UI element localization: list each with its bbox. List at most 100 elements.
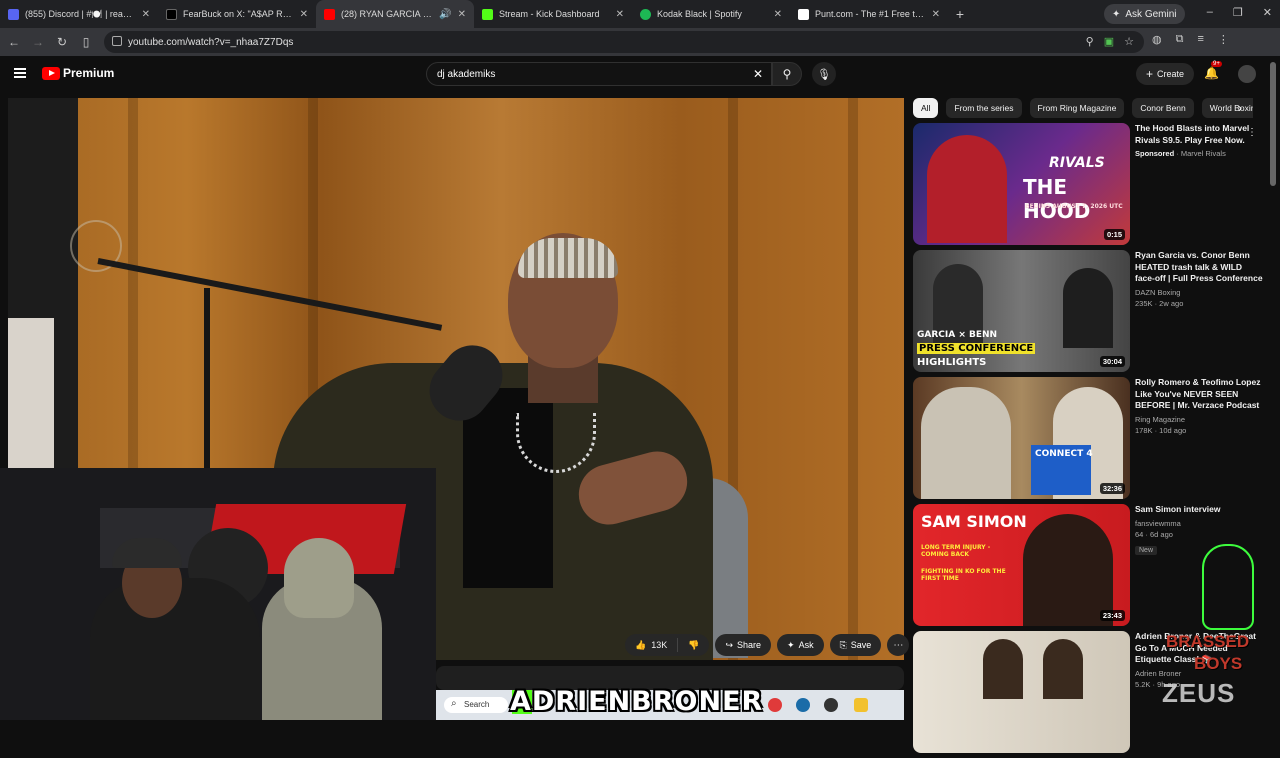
chip-series[interactable]: From the series: [946, 98, 1022, 118]
thumbnail-text: GARCIA × BENN: [917, 330, 998, 340]
like-count: 13K: [651, 640, 668, 650]
guest-braids: [518, 238, 618, 278]
thumbnail-text: PRESS CONFERENCE: [917, 343, 1036, 354]
maximize-icon[interactable]: ❐: [1233, 6, 1243, 19]
taskbar-search[interactable]: Search: [444, 697, 508, 713]
chip-ring-magazine[interactable]: From Ring Magazine: [1029, 98, 1125, 118]
install-icon[interactable]: ▣: [1104, 35, 1114, 48]
new-tab-icon[interactable]: +: [948, 6, 972, 22]
forward-icon[interactable]: →: [26, 35, 50, 49]
bookmark-icon: ⎘: [839, 639, 847, 650]
zoom-icon[interactable]: ⚲: [1086, 35, 1094, 48]
menu-hamburger-icon[interactable]: [14, 68, 26, 78]
notifications-button[interactable]: 🔔 9+: [1204, 61, 1222, 80]
channel-name[interactable]: DAZN Boxing: [1135, 288, 1263, 297]
ask-gemini-button[interactable]: ✦ Ask Gemini: [1104, 4, 1185, 24]
back-icon[interactable]: ←: [2, 35, 26, 49]
close-tab-icon[interactable]: ✕: [616, 9, 624, 20]
channel-name[interactable]: fansviewmma: [1135, 519, 1263, 528]
voice-search-button[interactable]: 🎙: [812, 62, 836, 86]
close-window-icon[interactable]: ✕: [1263, 6, 1272, 19]
more-vert-icon[interactable]: ⋮: [1247, 127, 1257, 138]
boxer-logo-icon: [1202, 544, 1254, 630]
search-button[interactable]: ⚲: [772, 62, 802, 86]
tab-label: Kodak Black | Spotify: [657, 9, 742, 19]
profile-ext-icon[interactable]: ◍: [1152, 33, 1162, 46]
save-label: Save: [850, 640, 872, 650]
video-title[interactable]: Ryan Garcia vs. Conor Benn HEATED trash …: [1135, 250, 1263, 285]
ask-button[interactable]: ✦ Ask: [777, 634, 824, 656]
minimize-icon[interactable]: –: [1207, 6, 1213, 19]
video-title[interactable]: Rolly Romero & Teofimo Lopez Like You've…: [1135, 377, 1263, 412]
url-field[interactable]: youtube.com/watch?v=_nhaa7Z7Dqs ⚲ ▣ ☆: [104, 31, 1144, 53]
chip-all[interactable]: All: [913, 98, 939, 118]
close-tab-icon[interactable]: ✕: [300, 9, 308, 20]
reload-icon[interactable]: ↻: [50, 35, 74, 49]
close-tab-icon[interactable]: ✕: [142, 9, 150, 20]
close-tab-icon[interactable]: ✕: [458, 9, 466, 20]
video-thumbnail[interactable]: SAM SIMON LONG TERM INJURY - COMING BACK…: [913, 504, 1130, 626]
steam-icon[interactable]: [796, 698, 810, 712]
browser-tab-bar: (855) Discord | #🍽️ | reactions ✕ FearBu…: [0, 0, 1280, 28]
app-icon[interactable]: [824, 698, 838, 712]
taskbar-search-label: Search: [464, 700, 490, 709]
sidebar-icon[interactable]: ▯: [74, 35, 98, 49]
tab-search-icon[interactable]: ≡: [1197, 33, 1203, 46]
tab-spotify[interactable]: Kodak Black | Spotify ✕: [632, 0, 790, 28]
menu-icon[interactable]: ⋮: [1218, 33, 1229, 46]
tab-label: (855) Discord | #🍽️ | reactions: [25, 8, 136, 19]
thumbnail-text: BEGINS AUGUST 7, 2026 UTC: [1025, 203, 1123, 210]
chip-world-boxing[interactable]: World Boxing: [1201, 98, 1253, 118]
streamer-webcam: [0, 468, 436, 720]
notification-count: 9+: [1211, 61, 1222, 67]
youtube-logo[interactable]: Premium: [42, 66, 114, 80]
list-item[interactable]: RIVALS THE HOOD BEGINS AUGUST 7, 2026 UT…: [913, 123, 1263, 250]
tab-x[interactable]: FearBuck on X: "A$AP Rocky ge ✕: [158, 0, 316, 28]
thumbnail-figure: [927, 135, 1007, 243]
like-button[interactable]: 👍 13K: [625, 638, 679, 652]
video-thumbnail[interactable]: [913, 631, 1130, 753]
plus-icon: +: [1146, 67, 1154, 81]
app-icon[interactable]: [768, 698, 782, 712]
video-thumbnail[interactable]: CONNECT 4 32:36: [913, 377, 1130, 499]
video-meta: Ryan Garcia vs. Conor Benn HEATED trash …: [1135, 250, 1263, 308]
create-button[interactable]: + Create: [1136, 63, 1195, 85]
site-info-icon[interactable]: [112, 36, 122, 46]
watermark-text: ZEUS: [1162, 678, 1236, 708]
tab-punt[interactable]: Punt.com - The #1 Free to Play ✕: [790, 0, 948, 28]
scrollbar[interactable]: [1270, 62, 1276, 186]
more-icon: ⋯: [893, 639, 904, 651]
channel-name[interactable]: Ring Magazine: [1135, 415, 1263, 424]
curtain-fold: [848, 98, 858, 660]
chevron-right-icon[interactable]: ›: [1238, 101, 1242, 115]
tab-kick[interactable]: Stream - Kick Dashboard ✕: [474, 0, 632, 28]
tab-discord[interactable]: (855) Discord | #🍽️ | reactions ✕: [0, 0, 158, 28]
close-tab-icon[interactable]: ✕: [774, 9, 782, 20]
list-item[interactable]: GARCIA × BENN PRESS CONFERENCE HIGHLIGHT…: [913, 250, 1263, 377]
chip-conor-benn[interactable]: Conor Benn: [1132, 98, 1194, 118]
save-button[interactable]: ⎘ Save: [829, 634, 882, 656]
audio-icon[interactable]: 🔊: [439, 9, 451, 20]
search-value: dj akademiks: [437, 69, 496, 80]
folder-icon[interactable]: [854, 698, 868, 712]
window-controls: – ❐ ✕: [1207, 6, 1272, 19]
bookmark-star-icon[interactable]: ☆: [1124, 35, 1134, 48]
address-bar-row: ← → ↻ ▯ youtube.com/watch?v=_nhaa7Z7Dqs …: [0, 28, 1280, 56]
share-button[interactable]: ↪ Share: [715, 634, 772, 656]
list-item[interactable]: CONNECT 4 32:36 Rolly Romero & Teofimo L…: [913, 377, 1263, 504]
extensions-icon[interactable]: ⧉: [1176, 33, 1184, 46]
avatar[interactable]: [1238, 65, 1256, 83]
video-thumbnail[interactable]: RIVALS THE HOOD BEGINS AUGUST 7, 2026 UT…: [913, 123, 1130, 245]
search-input[interactable]: dj akademiks ✕: [426, 62, 772, 86]
dislike-button[interactable]: 👎: [678, 640, 709, 651]
video-title[interactable]: Sam Simon interview: [1135, 504, 1263, 516]
duration-badge: 32:36: [1099, 483, 1125, 494]
video-thumbnail[interactable]: GARCIA × BENN PRESS CONFERENCE HIGHLIGHT…: [913, 250, 1130, 372]
tab-youtube[interactable]: (28) RYAN GARCIA & CONOR 🔊 ✕: [316, 0, 474, 28]
close-tab-icon[interactable]: ✕: [932, 9, 940, 20]
more-actions-button[interactable]: ⋯: [887, 634, 910, 656]
clear-search-icon[interactable]: ✕: [753, 67, 763, 81]
gemini-icon: ✦: [1112, 8, 1121, 20]
streamer-name: ADRIENBRONER: [510, 686, 764, 717]
video-title[interactable]: The Hood Blasts into Marvel Rivals S9.5.…: [1135, 123, 1263, 146]
